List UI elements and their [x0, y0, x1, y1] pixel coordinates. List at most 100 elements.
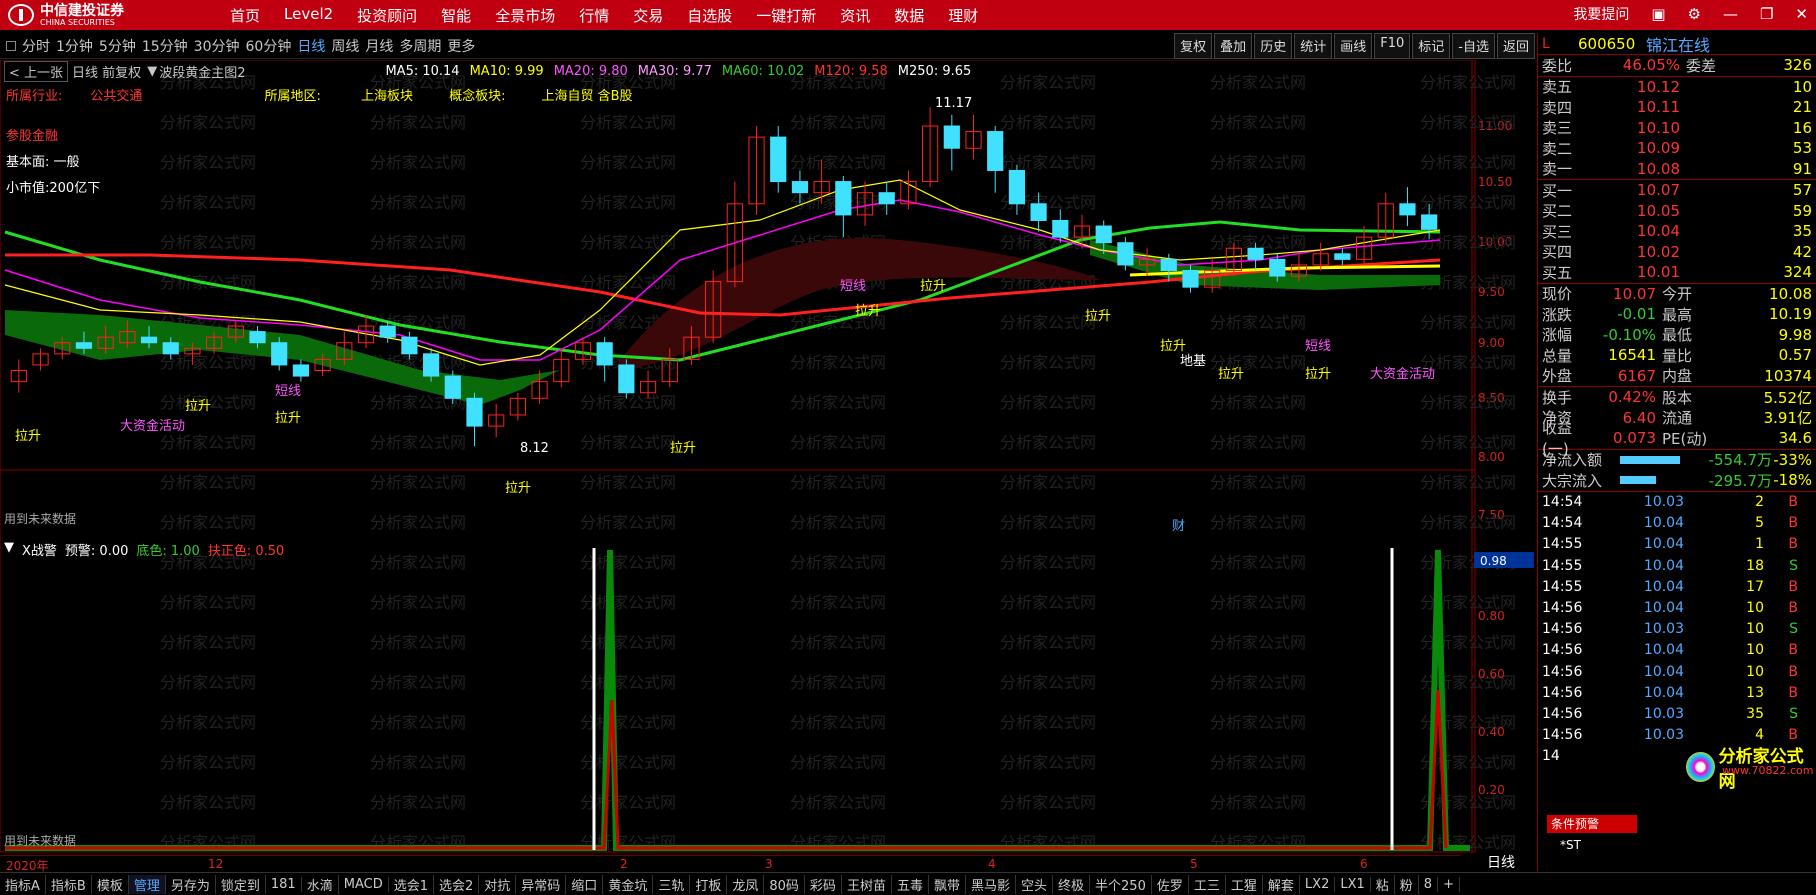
nav-item-2[interactable]: 投资顾问: [357, 5, 417, 26]
indicator-tab-5[interactable]: 锁定到: [216, 874, 266, 894]
period-tab-2[interactable]: 5分钟: [99, 36, 136, 56]
indicator-tab-20[interactable]: 王树苗: [842, 874, 892, 894]
period-tab-10[interactable]: 更多: [447, 36, 475, 56]
right-period-label[interactable]: 日线: [1487, 852, 1515, 872]
indicator-tab-34[interactable]: 粉: [1395, 874, 1419, 894]
indicator-tab-11[interactable]: 对抗: [479, 874, 517, 894]
indicator-tab-13[interactable]: 缩口: [566, 874, 604, 894]
book-row[interactable]: 买四 10.02 42: [1538, 242, 1816, 263]
watermark-text: 分析家公式网: [1420, 73, 1516, 92]
indicator-name[interactable]: X战警: [22, 540, 57, 559]
nav-item-10[interactable]: 数据: [894, 5, 924, 26]
close-icon[interactable]: ✕: [1795, 5, 1808, 23]
tool-button-3[interactable]: 统计: [1294, 33, 1333, 59]
tool-button-7[interactable]: -自选: [1452, 33, 1495, 59]
tool-button-6[interactable]: 标记: [1412, 33, 1451, 59]
tool-button-8[interactable]: 返回: [1496, 33, 1535, 59]
indicator-tab-3[interactable]: 管理: [128, 874, 166, 894]
indicator-tab-30[interactable]: 解套: [1263, 874, 1300, 894]
indicator-tab-33[interactable]: 粘: [1371, 874, 1395, 894]
indicator-tab-6[interactable]: 181: [266, 876, 302, 892]
cube-icon[interactable]: ▣: [1651, 5, 1665, 23]
indicator-tab-32[interactable]: LX1: [1335, 876, 1371, 892]
indicator-tab-28[interactable]: 工三: [1189, 874, 1226, 894]
indicator-tab-29[interactable]: 工猩: [1226, 874, 1263, 894]
period-tab-4[interactable]: 30分钟: [194, 36, 240, 56]
ma20-value: MA20: 9.80: [553, 64, 628, 79]
indicator-tab-24[interactable]: 空头: [1016, 874, 1054, 894]
indicator-tab-22[interactable]: 飘带: [929, 874, 966, 894]
nav-item-6[interactable]: 交易: [633, 5, 663, 26]
maximize-icon[interactable]: ❐: [1760, 5, 1773, 23]
book-row[interactable]: 买五 10.01 324: [1538, 262, 1816, 283]
period-tab-9[interactable]: 多周期: [399, 36, 441, 56]
book-row[interactable]: 买一 10.07 57: [1538, 180, 1816, 201]
tool-button-5[interactable]: F10: [1374, 33, 1411, 59]
nav-item-0[interactable]: 首页: [230, 5, 260, 26]
period-tab-7[interactable]: 周线: [331, 36, 359, 56]
book-row[interactable]: 买二 10.05 59: [1538, 201, 1816, 222]
indicator-tab-26[interactable]: 半个250: [1090, 874, 1152, 894]
indicator-tab-1[interactable]: 指标B: [46, 874, 92, 894]
indicator-tab-17[interactable]: 龙凤: [727, 874, 765, 894]
nav-item-4[interactable]: 全景市场: [495, 5, 555, 26]
gear-icon[interactable]: ⚙: [1688, 5, 1701, 23]
indicator-tab-31[interactable]: LX2: [1300, 876, 1336, 892]
book-row[interactable]: 卖一 10.08 91: [1538, 159, 1816, 180]
tool-button-0[interactable]: 复权: [1174, 33, 1213, 59]
formula-name[interactable]: 波段黄金主图2: [159, 62, 245, 81]
tool-button-2[interactable]: 历史: [1254, 33, 1293, 59]
indicator-tab-7[interactable]: 水滴: [302, 874, 339, 894]
indicator-tab-36[interactable]: +: [1438, 876, 1460, 892]
chevron-down-icon[interactable]: ▼: [147, 64, 157, 79]
nav-item-1[interactable]: Level2: [284, 5, 333, 26]
indicator-tab-14[interactable]: 黄金坑: [603, 874, 654, 894]
tool-button-1[interactable]: 叠加: [1214, 33, 1253, 59]
nav-item-7[interactable]: 自选股: [687, 5, 732, 26]
book-row[interactable]: 买三 10.04 35: [1538, 221, 1816, 242]
nav-item-8[interactable]: 一键打新: [756, 5, 816, 26]
indicator-tab-15[interactable]: 三轨: [653, 874, 691, 894]
indicator-tab-9[interactable]: 选会1: [389, 874, 434, 894]
indicator-tab-10[interactable]: 选会2: [434, 874, 480, 894]
indicator-tab-35[interactable]: 8: [1419, 876, 1439, 892]
period-tab-1[interactable]: 1分钟: [56, 36, 93, 56]
condition-alert-tab[interactable]: 条件预警: [1547, 815, 1637, 833]
checkbox-icon[interactable]: [6, 40, 16, 51]
period-tab-6[interactable]: 日线: [297, 36, 325, 56]
tick-row: 14:56 10.04 10 B: [1538, 640, 1816, 661]
book-row[interactable]: 卖三 10.10 16: [1538, 118, 1816, 139]
indicator-tab-19[interactable]: 彩码: [805, 874, 842, 894]
indicator-tab-4[interactable]: 另存为: [166, 874, 216, 894]
indicator-tab-16[interactable]: 打板: [690, 874, 728, 894]
chart-mode[interactable]: 日线 前复权: [72, 62, 141, 81]
book-row[interactable]: 卖二 10.09 53: [1538, 138, 1816, 159]
indicator-tab-18[interactable]: 80码: [764, 874, 805, 894]
chevron-down-icon[interactable]: ▼: [4, 540, 14, 559]
nav-item-3[interactable]: 智能: [441, 5, 471, 26]
back-button[interactable]: < 上一张: [4, 61, 69, 82]
indicator-tab-8[interactable]: MACD: [339, 876, 389, 892]
nav-item-9[interactable]: 资讯: [840, 5, 870, 26]
book-row[interactable]: 卖四 10.11 21: [1538, 97, 1816, 118]
tool-button-4[interactable]: 画线: [1334, 33, 1373, 59]
indicator-tab-21[interactable]: 五毒: [892, 874, 929, 894]
minimize-icon[interactable]: —: [1723, 5, 1738, 23]
nav-item-5[interactable]: 行情: [579, 5, 609, 26]
stock-code[interactable]: 600650: [1578, 35, 1646, 53]
nav-item-11[interactable]: 理财: [948, 5, 978, 26]
period-tab-0[interactable]: 分时: [22, 36, 50, 56]
period-tab-8[interactable]: 月线: [365, 36, 393, 56]
indicator-tab-0[interactable]: 指标A: [0, 874, 46, 894]
tick-list[interactable]: 14:54 10.03 2 B 14:54 10.04 5 B 14:55 10.04 1 B 14:5…: [1538, 490, 1816, 767]
indicator-tab-12[interactable]: 异常码: [516, 874, 567, 894]
period-tab-5[interactable]: 60分钟: [246, 36, 292, 56]
indicator-tab-27[interactable]: 佐罗: [1152, 874, 1189, 894]
indicator-tab-2[interactable]: 模板: [92, 874, 129, 894]
stock-name[interactable]: 锦江在线: [1646, 32, 1710, 56]
book-row[interactable]: 卖五 10.12 10: [1538, 77, 1816, 98]
help-link[interactable]: 我要提问: [1573, 4, 1629, 24]
period-tab-3[interactable]: 15分钟: [142, 36, 188, 56]
indicator-tab-23[interactable]: 黑马影: [966, 874, 1016, 894]
indicator-tab-25[interactable]: 终极: [1053, 874, 1091, 894]
